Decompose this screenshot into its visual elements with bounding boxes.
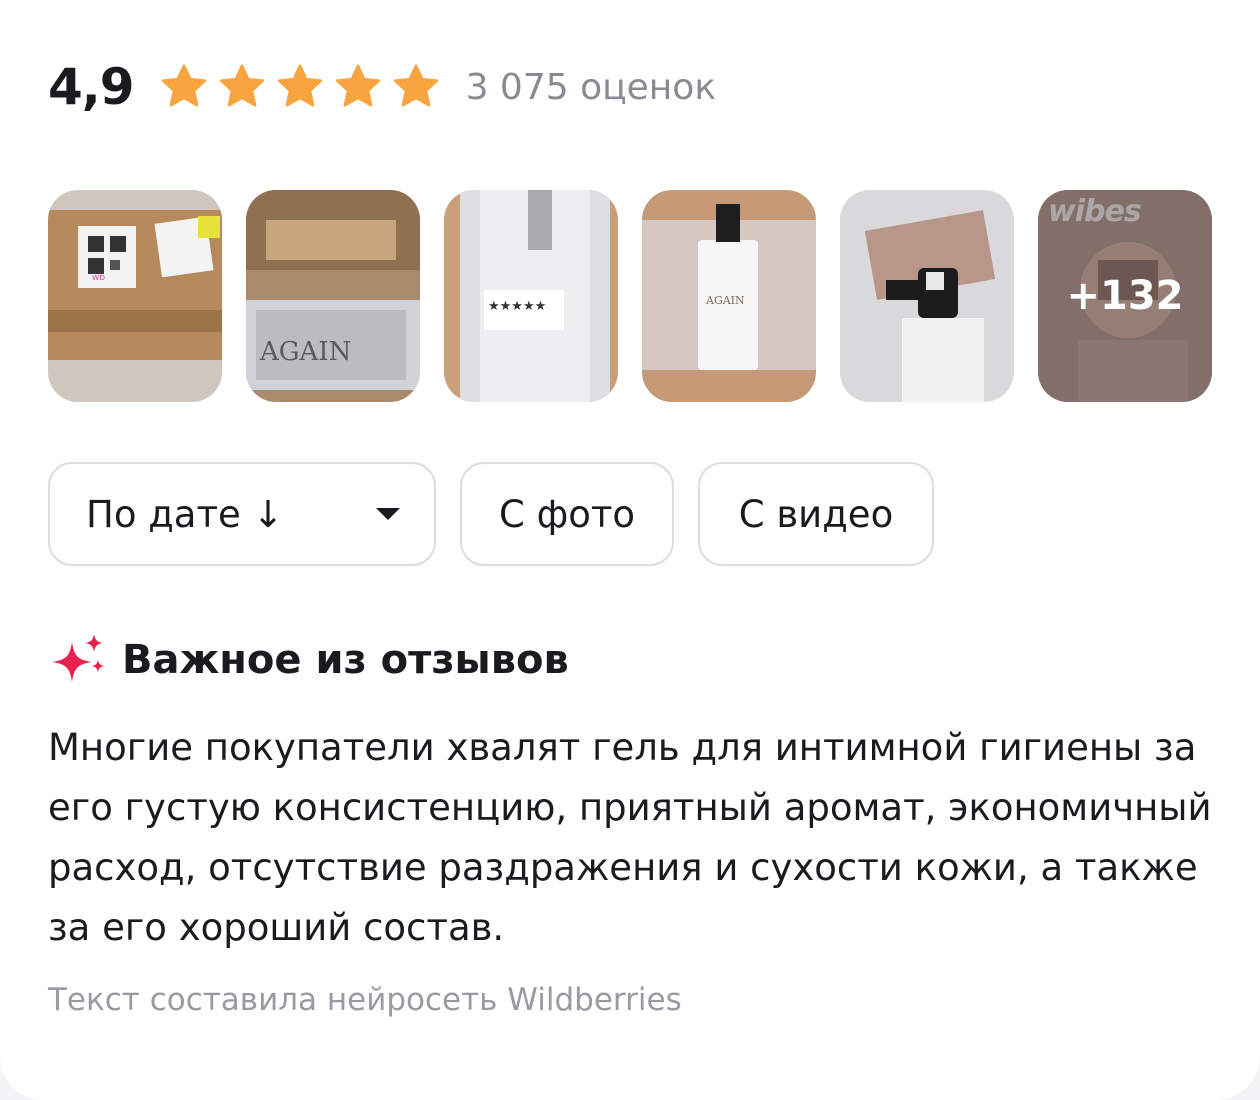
review-filters: По дате ↓ С фото С видео — [48, 462, 934, 566]
sparkle-icon — [48, 632, 110, 688]
photo-bottle-packed[interactable]: AGAIN — [642, 190, 816, 402]
star-icon — [332, 61, 384, 113]
reviews-card: 4,9 3 075 оценок wb AGAIN ★★★★★ AGAIN wi… — [0, 0, 1260, 1100]
star-icon — [158, 61, 210, 113]
filter-with-video-label: С видео — [738, 492, 894, 536]
star-icon — [390, 61, 442, 113]
more-photos-count: +132 — [1066, 273, 1184, 319]
rating-count[interactable]: 3 075 оценок — [466, 67, 717, 108]
svg-text:wb: wb — [92, 273, 105, 283]
rating-stars — [158, 61, 442, 113]
photo-more[interactable]: wibes +132 — [1038, 190, 1212, 402]
sort-dropdown[interactable]: По дате ↓ — [48, 462, 436, 566]
rating-row: 4,9 3 075 оценок — [48, 52, 716, 122]
star-icon — [216, 61, 268, 113]
svg-text:AGAIN: AGAIN — [705, 294, 745, 307]
ai-disclaimer: Текст составила нейросеть Wildberries — [48, 982, 682, 1018]
photo-box-open[interactable]: AGAIN — [246, 190, 420, 402]
photo-box-qr[interactable]: wb — [48, 190, 222, 402]
more-photos-overlay: +132 — [1038, 190, 1212, 402]
summary-text: Многие покупатели хвалят гель для интимн… — [48, 726, 1212, 949]
review-photos-strip: wb AGAIN ★★★★★ AGAIN wibes +132 — [48, 190, 1212, 402]
filter-with-video-button[interactable]: С видео — [698, 462, 934, 566]
summary-header: Важное из отзывов — [48, 632, 569, 688]
svg-text:AGAIN: AGAIN — [259, 337, 351, 367]
chevron-down-icon — [376, 508, 400, 520]
svg-text:★★★★★: ★★★★★ — [488, 299, 546, 314]
photo-pump[interactable] — [840, 190, 1014, 402]
rating-value: 4,9 — [48, 58, 135, 116]
filter-with-photo-label: С фото — [498, 492, 636, 536]
sort-label: По дате ↓ — [86, 492, 284, 536]
summary-heading: Важное из отзывов — [122, 637, 569, 683]
photo-bubble-wrap[interactable]: ★★★★★ — [444, 190, 618, 402]
filter-with-photo-button[interactable]: С фото — [460, 462, 674, 566]
star-icon — [274, 61, 326, 113]
